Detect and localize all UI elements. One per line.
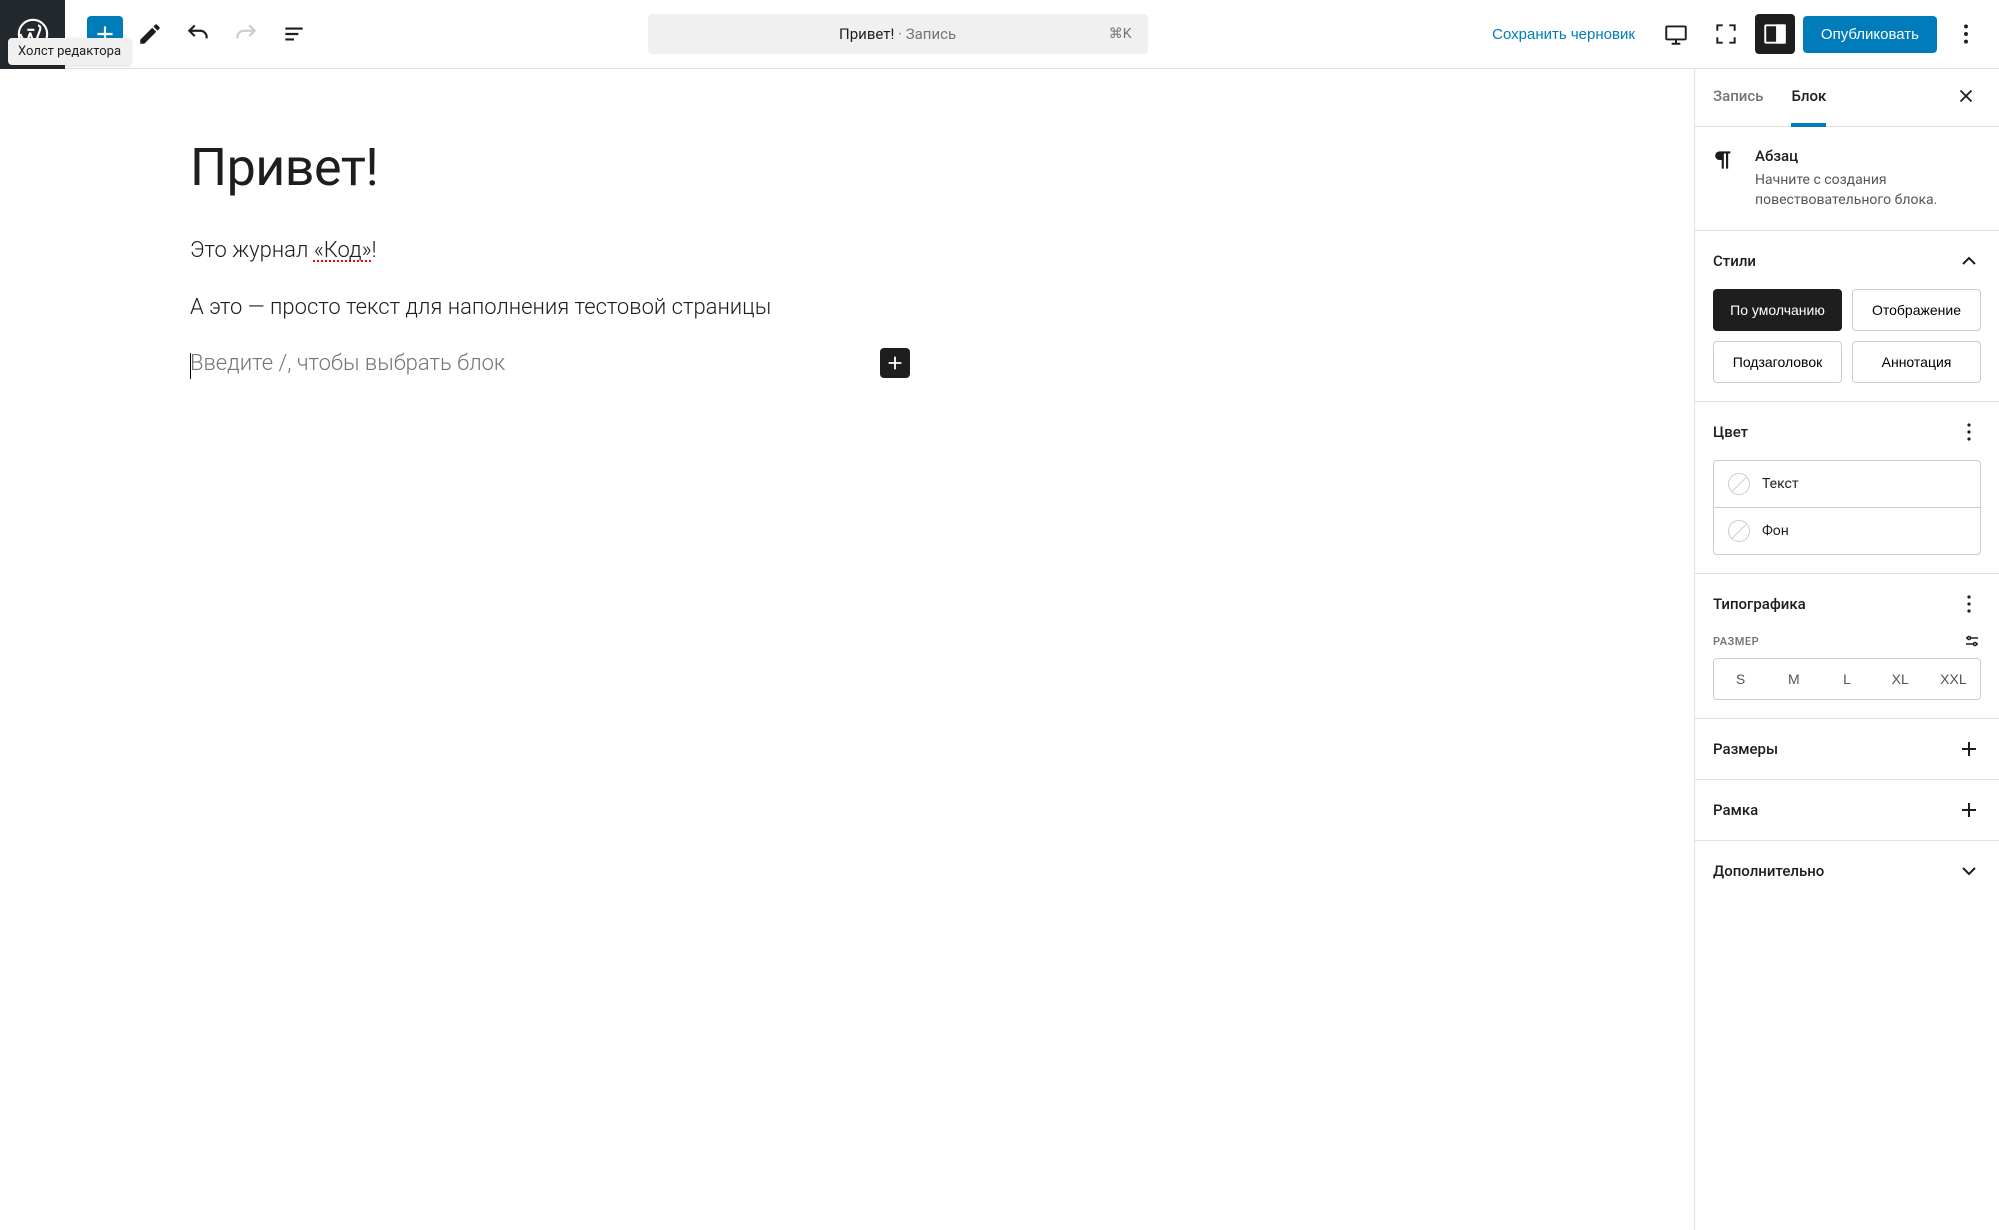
panel-typography: Типографика РАЗМЕР S M L XL XXL [1695,574,1999,719]
settings-sidebar: Запись Блок Абзац Начните с создания пов… [1694,69,1999,1230]
size-xl-button[interactable]: XL [1874,659,1927,699]
paragraph-block[interactable]: Это журнал «Код»! [190,234,910,267]
fullscreen-button[interactable] [1705,13,1747,55]
panel-border: Рамка [1695,780,1999,841]
panel-dimensions: Размеры [1695,719,1999,780]
desktop-icon [1663,21,1689,47]
document-bar[interactable]: Привет! · Запись ⌘K [648,14,1148,54]
undo-icon [185,21,211,47]
kebab-icon [1957,420,1981,444]
size-segments: S M L XL XXL [1713,658,1981,700]
empty-swatch-icon [1728,473,1750,495]
block-description: Начните с создания повествовательного бл… [1755,171,1981,210]
view-desktop-button[interactable] [1655,13,1697,55]
fullscreen-icon [1713,21,1739,47]
kebab-icon [1957,592,1981,616]
style-annotation-button[interactable]: Аннотация [1852,341,1981,383]
doc-title: Привет! · Запись [839,25,956,43]
editor-canvas[interactable]: Привет! Это журнал «Код»! А это — просто… [0,69,1694,1230]
style-display-button[interactable]: Отображение [1852,289,1981,331]
empty-swatch-icon [1728,520,1750,542]
color-text-button[interactable]: Текст [1713,460,1981,508]
paragraph-block[interactable]: А это — просто текст для наполнения тест… [190,291,910,324]
color-background-button[interactable]: Фон [1713,508,1981,555]
panel-color-header[interactable]: Цвет [1713,420,1981,444]
panel-dimensions-header[interactable]: Размеры [1713,737,1981,761]
plus-icon [1957,737,1981,761]
tab-block[interactable]: Блок [1791,69,1826,127]
panel-border-header[interactable]: Рамка [1713,798,1981,822]
size-s-button[interactable]: S [1714,659,1767,699]
undo-button[interactable] [177,13,219,55]
sidebar-icon [1762,21,1788,47]
panel-styles-header[interactable]: Стили [1713,249,1981,273]
publish-button[interactable]: Опубликовать [1803,16,1937,53]
add-block-inline-button[interactable] [880,348,910,378]
size-xxl-button[interactable]: XXL [1927,659,1980,699]
doc-shortcut: ⌘K [1109,26,1132,42]
size-l-button[interactable]: L [1820,659,1873,699]
close-icon [1955,85,1977,107]
size-label: РАЗМЕР [1713,635,1759,648]
block-placeholder[interactable]: Введите /, чтобы выбрать блок [190,351,505,376]
chevron-up-icon [1957,249,1981,273]
block-info: Абзац Начните с создания повествовательн… [1695,127,1999,231]
wp-logo-button[interactable]: Холст редактора [0,0,65,69]
edit-mode-button[interactable] [129,13,171,55]
save-draft-button[interactable]: Сохранить черновик [1480,18,1647,51]
plus-icon [1957,798,1981,822]
block-name: Абзац [1755,147,1981,165]
panel-typography-header[interactable]: Типографика [1713,592,1981,616]
redo-icon [233,21,259,47]
kebab-icon [1953,21,1979,47]
redo-button[interactable] [225,13,267,55]
sliders-icon[interactable] [1963,632,1981,650]
panel-advanced-header[interactable]: Дополнительно [1713,859,1981,883]
panel-advanced: Дополнительно [1695,841,1999,901]
size-m-button[interactable]: M [1767,659,1820,699]
tab-post[interactable]: Запись [1713,69,1763,126]
more-options-button[interactable] [1945,13,1987,55]
top-toolbar: Холст редактора Привет! · Запись ⌘K [0,0,1999,69]
settings-sidebar-toggle[interactable] [1755,14,1795,54]
post-title[interactable]: Привет! [190,139,910,196]
tooltip-canvas: Холст редактора [8,38,131,65]
document-overview-button[interactable] [273,13,315,55]
chevron-down-icon [1957,859,1981,883]
text-cursor [190,353,191,379]
panel-styles: Стили По умолчанию Отображение Подзаголо… [1695,231,1999,402]
panel-color: Цвет Текст Фон [1695,402,1999,574]
list-icon [281,21,307,47]
paragraph-icon [1713,147,1739,173]
pencil-icon [137,21,163,47]
plus-icon [884,352,906,374]
style-subheading-button[interactable]: Подзаголовок [1713,341,1842,383]
close-sidebar-button[interactable] [1951,81,1981,114]
style-default-button[interactable]: По умолчанию [1713,289,1842,331]
